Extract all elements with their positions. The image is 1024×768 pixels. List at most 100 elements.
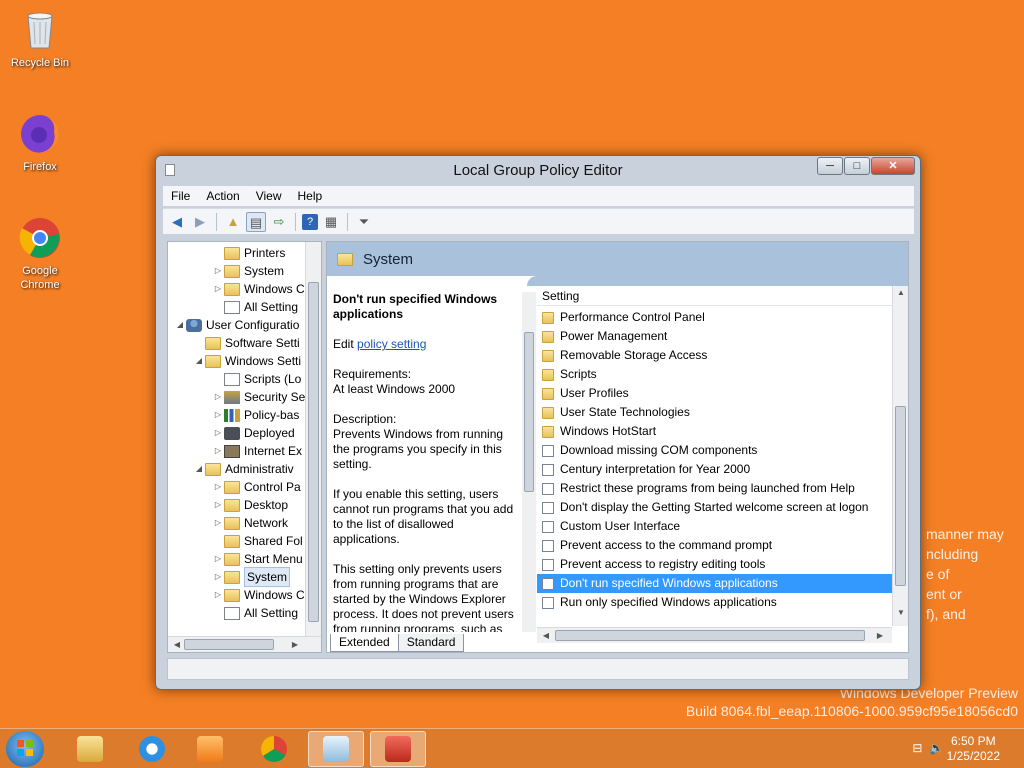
tree-vertical-scrollbar[interactable]: [305, 242, 321, 636]
setting-row[interactable]: Scripts: [537, 365, 892, 384]
title-bar[interactable]: Local Group Policy Editor ─ □ ✕: [156, 156, 920, 184]
tree-item[interactable]: Printers: [212, 244, 285, 262]
tree-scroll-thumb[interactable]: [308, 282, 319, 622]
setting-row[interactable]: Don't display the Getting Started welcom…: [537, 498, 892, 517]
scroll-right-arrow-icon[interactable]: ▶: [873, 631, 887, 640]
tree-item[interactable]: ▷ Desktop: [212, 496, 288, 514]
tree-expander[interactable]: ▷: [212, 280, 224, 298]
tree-item[interactable]: ▷ Security Se: [212, 388, 305, 406]
setting-row[interactable]: Restrict these programs from being launc…: [537, 479, 892, 498]
tree-expander[interactable]: ▷: [212, 262, 224, 280]
tree-expander[interactable]: ▷: [212, 478, 224, 496]
settings-horizontal-scrollbar[interactable]: ◀ ▶: [537, 627, 892, 643]
taskbar-group-policy-editor[interactable]: [370, 731, 426, 767]
policy-setting-link[interactable]: policy setting: [357, 337, 426, 351]
tree-item[interactable]: Software Setti: [193, 334, 300, 352]
scroll-left-arrow-icon[interactable]: ◀: [539, 631, 553, 640]
help-icon[interactable]: ?: [302, 213, 318, 230]
up-folder-icon[interactable]: ▲: [223, 212, 243, 232]
column-header-setting[interactable]: Setting: [537, 286, 892, 306]
tree-item[interactable]: All Setting: [212, 604, 298, 622]
taskbar-chrome[interactable]: [246, 731, 302, 767]
tree-item[interactable]: ◢ Administrativ: [193, 460, 294, 478]
tree-item[interactable]: ▷ Policy-bas: [212, 406, 299, 424]
tree-item[interactable]: All Setting: [212, 298, 298, 316]
maximize-button[interactable]: □: [844, 157, 870, 175]
taskbar-notepad[interactable]: [308, 731, 364, 767]
clock[interactable]: 6:50 PM 1/25/2022: [947, 734, 1000, 764]
tab-standard[interactable]: Standard: [397, 634, 465, 652]
tree-pane[interactable]: Printers ▷ System ▷ Windows C All Setting …: [167, 241, 322, 653]
tree-item-selected[interactable]: ▷ System: [212, 567, 291, 587]
setting-row[interactable]: Run only specified Windows applications: [537, 593, 892, 612]
minimize-button[interactable]: ─: [817, 157, 843, 175]
setting-row[interactable]: Performance Control Panel: [537, 308, 892, 327]
tree-item[interactable]: ◢ Windows Setti: [193, 352, 301, 370]
close-button[interactable]: ✕: [871, 157, 915, 175]
tree-horizontal-scrollbar[interactable]: ◀ ▶: [168, 636, 321, 652]
setting-row[interactable]: Century interpretation for Year 2000: [537, 460, 892, 479]
tree-expander[interactable]: ▷: [212, 442, 224, 460]
scroll-right-arrow-icon[interactable]: ▶: [288, 640, 302, 649]
taskbar-internet-explorer[interactable]: [124, 731, 180, 767]
setting-row[interactable]: Download missing COM components: [537, 441, 892, 460]
tree-expander[interactable]: ▷: [212, 514, 224, 532]
taskbar-explorer[interactable]: [62, 731, 118, 767]
tree-expander[interactable]: ▷: [212, 550, 224, 568]
description-scrollbar[interactable]: [522, 292, 536, 632]
start-button[interactable]: [6, 731, 44, 767]
scroll-down-arrow-icon[interactable]: ▼: [894, 608, 908, 617]
setting-row[interactable]: Windows HotStart: [537, 422, 892, 441]
filter-icon[interactable]: ⏷: [354, 212, 374, 232]
tree-item[interactable]: ▷ Network: [212, 514, 288, 532]
tree-item[interactable]: Shared Fol: [212, 532, 303, 550]
back-arrow-icon[interactable]: ◀: [167, 212, 187, 232]
tree-item[interactable]: ▷ Windows C: [212, 280, 305, 298]
setting-row[interactable]: Removable Storage Access: [537, 346, 892, 365]
scroll-left-arrow-icon[interactable]: ◀: [170, 640, 184, 649]
tree-item[interactable]: ▷ System: [212, 262, 284, 280]
desktop-icon-chrome[interactable]: Google Chrome: [2, 216, 78, 292]
setting-row[interactable]: Power Management: [537, 327, 892, 346]
tree-expander[interactable]: ▷: [212, 568, 224, 586]
properties-icon[interactable]: ▦: [321, 212, 341, 232]
tree-hscroll-thumb[interactable]: [184, 639, 274, 650]
tree-expander[interactable]: ▷: [212, 496, 224, 514]
menu-help[interactable]: Help: [290, 189, 331, 203]
network-icon[interactable]: ⊟: [912, 741, 922, 755]
tree-expander[interactable]: ◢: [193, 460, 205, 478]
desktop-icon-firefox[interactable]: Firefox: [2, 112, 78, 174]
menu-view[interactable]: View: [248, 189, 290, 203]
settings-list[interactable]: Setting Performance Control Panel Power M…: [537, 286, 908, 651]
tab-extended[interactable]: Extended: [330, 634, 399, 652]
tree-expander[interactable]: ▷: [212, 424, 224, 442]
tree-item[interactable]: ▷ Control Pa: [212, 478, 301, 496]
tree-item[interactable]: Scripts (Lo: [212, 370, 301, 388]
tree-expander[interactable]: ◢: [174, 316, 186, 334]
export-list-icon[interactable]: ⇨: [269, 212, 289, 232]
setting-row[interactable]: Prevent access to the command prompt: [537, 536, 892, 555]
setting-row-selected[interactable]: Don't run specified Windows applications: [537, 574, 892, 593]
taskbar-media-player[interactable]: [182, 731, 238, 767]
settings-vertical-scrollbar[interactable]: ▲ ▼: [892, 286, 908, 626]
settings-scroll-thumb[interactable]: [895, 406, 906, 586]
tree-expander[interactable]: ◢: [193, 352, 205, 370]
menu-file[interactable]: File: [163, 189, 198, 203]
tree-expander[interactable]: ▷: [212, 406, 224, 424]
tree-item[interactable]: ◢ User Configuratio: [174, 316, 299, 334]
setting-row[interactable]: Prevent access to registry editing tools: [537, 555, 892, 574]
setting-row[interactable]: User Profiles: [537, 384, 892, 403]
tree-expander[interactable]: ▷: [212, 388, 224, 406]
volume-icon[interactable]: 🔈: [929, 741, 944, 755]
description-scroll-thumb[interactable]: [524, 332, 534, 492]
tree-item[interactable]: ▷ Windows C: [212, 586, 305, 604]
scroll-up-arrow-icon[interactable]: ▲: [894, 288, 908, 297]
tree-item[interactable]: ▷ Internet Ex: [212, 442, 302, 460]
forward-arrow-icon[interactable]: ▶: [190, 212, 210, 232]
show-hide-tree-icon[interactable]: ▤: [246, 211, 266, 232]
tree-item[interactable]: ▷ Deployed: [212, 424, 295, 442]
menu-action[interactable]: Action: [198, 189, 247, 203]
setting-row[interactable]: User State Technologies: [537, 403, 892, 422]
setting-row[interactable]: Custom User Interface: [537, 517, 892, 536]
tree-expander[interactable]: ▷: [212, 586, 224, 604]
